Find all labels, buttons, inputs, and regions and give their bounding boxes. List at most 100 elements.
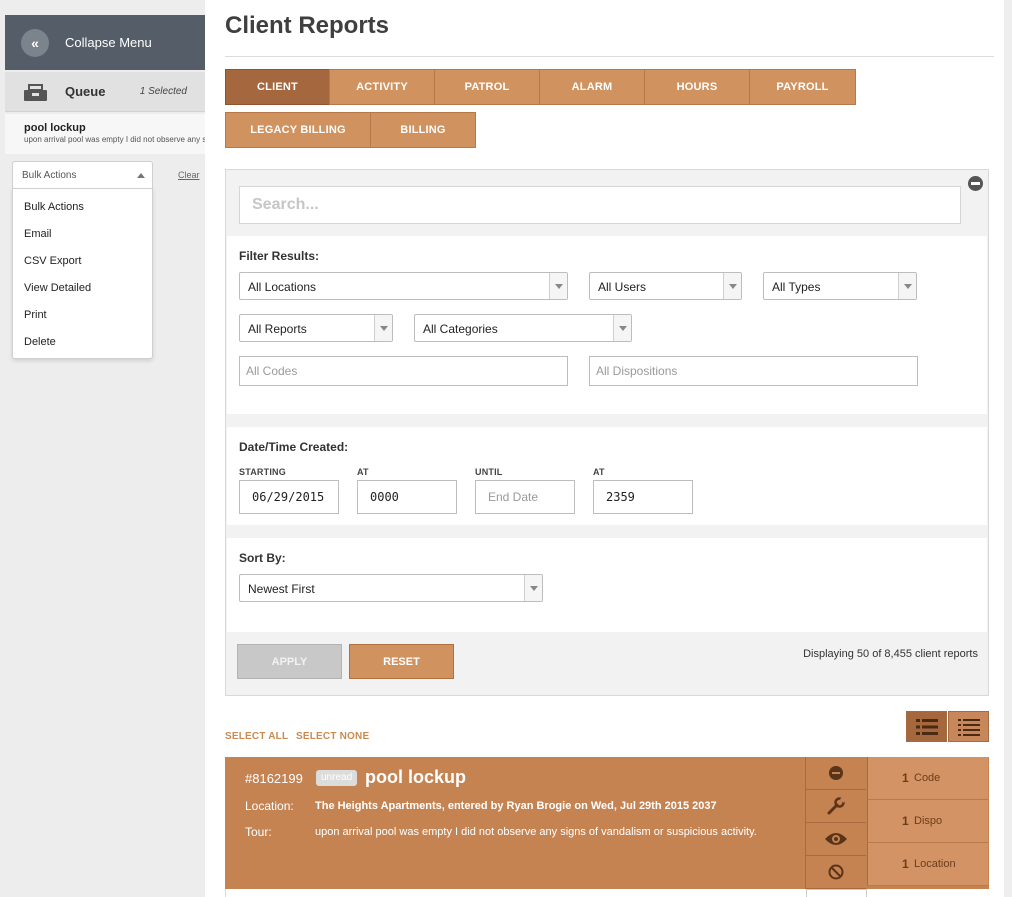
tour-value: upon arrival pool was empty I did not ob… xyxy=(315,826,757,838)
minus-circle-icon[interactable] xyxy=(968,176,983,191)
inbox-tray-icon xyxy=(23,82,48,102)
filter-panel: Filter Results: All Locations All Users … xyxy=(225,169,989,696)
end-date-field[interactable] xyxy=(475,480,575,514)
unread-badge: unread xyxy=(316,770,358,786)
queue-header[interactable]: Queue 1 Selected xyxy=(5,72,205,112)
reset-button[interactable]: RESET xyxy=(349,644,454,679)
edit-report-button[interactable] xyxy=(805,790,866,823)
categories-select[interactable]: All Categories xyxy=(414,314,632,342)
ban-icon xyxy=(828,864,844,880)
types-select[interactable]: All Types xyxy=(763,272,917,300)
location-value: The Heights Apartments, entered by Ryan … xyxy=(315,800,717,812)
queue-list-item[interactable]: pool lockup upon arrival pool was empty … xyxy=(5,114,205,154)
queue-item-text: upon arrival pool was empty I did not ob… xyxy=(24,135,205,144)
tab-client[interactable]: CLIENT xyxy=(225,69,330,105)
dispositions-input[interactable] xyxy=(590,357,917,385)
filter-results-section: Filter Results: All Locations All Users … xyxy=(227,236,987,414)
wrench-icon xyxy=(827,797,846,815)
tab-payroll[interactable]: PAYROLL xyxy=(749,69,856,105)
menu-item-delete[interactable]: Delete xyxy=(24,336,56,348)
remove-report-button[interactable] xyxy=(805,757,866,790)
clear-link[interactable]: Clear xyxy=(178,170,200,180)
compact-list-view-button[interactable] xyxy=(948,711,989,742)
dropdown-arrow-icon xyxy=(613,315,631,341)
locations-select[interactable]: All Locations xyxy=(239,272,568,300)
collapse-menu-button[interactable]: « Collapse Menu xyxy=(5,15,205,70)
dropdown-arrow-icon xyxy=(374,315,392,341)
tab-hours[interactable]: HOURS xyxy=(644,69,750,105)
end-time-field[interactable] xyxy=(593,480,693,514)
minus-circle-icon xyxy=(829,766,843,780)
at-label: AT xyxy=(357,467,369,477)
locations-value: All Locations xyxy=(248,280,317,294)
at-end-label: AT xyxy=(593,467,605,477)
detailed-list-view-button[interactable] xyxy=(906,711,947,742)
codes-field[interactable] xyxy=(239,356,568,386)
tour-label: Tour: xyxy=(245,825,272,839)
sort-by-label: Sort By: xyxy=(239,551,286,565)
users-select[interactable]: All Users xyxy=(589,272,742,300)
dispositions-field[interactable] xyxy=(589,356,918,386)
search-field[interactable] xyxy=(239,186,961,224)
end-date-input[interactable] xyxy=(476,481,574,513)
list-icon xyxy=(957,718,980,736)
datetime-section: Date/Time Created: STARTING AT UNTIL AT xyxy=(227,427,987,525)
report-card[interactable]: #8162199 unread pool lockup Location: Th… xyxy=(225,757,989,889)
reports-select[interactable]: All Reports xyxy=(239,314,393,342)
results-count: Displaying 50 of 8,455 client reports xyxy=(803,648,978,660)
start-time-field[interactable] xyxy=(357,480,457,514)
apply-button[interactable]: APPLY xyxy=(237,644,342,679)
starting-label: STARTING xyxy=(239,467,286,477)
menu-item-bulk-actions[interactable]: Bulk Actions xyxy=(24,201,84,213)
end-time-input[interactable] xyxy=(594,481,692,513)
code-count-cell[interactable]: 1 Code xyxy=(867,757,988,800)
collapse-menu-label: Collapse Menu xyxy=(65,35,152,50)
view-report-button[interactable] xyxy=(805,823,866,856)
menu-item-print[interactable]: Print xyxy=(24,309,47,321)
codes-input[interactable] xyxy=(240,357,567,385)
filter-results-label: Filter Results: xyxy=(239,249,320,263)
reports-value: All Reports xyxy=(248,322,307,336)
report-title[interactable]: pool lockup xyxy=(365,767,466,788)
tab-billing[interactable]: BILLING xyxy=(370,112,476,148)
queue-selected-count: 1 Selected xyxy=(139,86,187,97)
start-date-input[interactable] xyxy=(240,481,338,513)
search-input[interactable] xyxy=(240,187,960,223)
queue-item-title: pool lockup xyxy=(24,122,86,134)
location-count-cell[interactable]: 1 Location xyxy=(867,843,988,886)
page-title: Client Reports xyxy=(225,12,390,39)
code-label: Code xyxy=(914,772,941,784)
double-chevron-left-icon: « xyxy=(21,28,49,57)
types-value: All Types xyxy=(772,280,821,294)
tab-legacy-billing[interactable]: LEGACY BILLING xyxy=(225,112,371,148)
select-all-link[interactable]: SELECT ALL xyxy=(225,731,288,742)
dispo-label: Dispo xyxy=(914,815,943,827)
select-none-link[interactable]: SELECT NONE xyxy=(296,731,369,742)
until-label: UNTIL xyxy=(475,467,503,477)
report-id: #8162199 xyxy=(245,771,303,786)
start-date-field[interactable] xyxy=(239,480,339,514)
tab-patrol[interactable]: PATROL xyxy=(434,69,540,105)
tab-activity[interactable]: ACTIVITY xyxy=(329,69,435,105)
title-divider xyxy=(225,56,994,57)
block-report-button[interactable] xyxy=(805,856,866,889)
start-time-input[interactable] xyxy=(358,481,456,513)
menu-item-csv-export[interactable]: CSV Export xyxy=(24,255,81,267)
menu-item-view-detailed[interactable]: View Detailed xyxy=(24,282,91,294)
dropdown-arrow-icon xyxy=(723,273,741,299)
dispo-count: 1 xyxy=(902,814,909,828)
sort-section: Sort By: Newest First xyxy=(227,538,987,632)
categories-value: All Categories xyxy=(423,322,498,336)
menu-item-email[interactable]: Email xyxy=(24,228,52,240)
bulk-actions-select[interactable]: Bulk Actions xyxy=(12,161,153,189)
dispo-count-cell[interactable]: 1 Dispo xyxy=(867,800,988,843)
dropdown-arrow-icon xyxy=(898,273,916,299)
list-detailed-icon xyxy=(915,718,938,735)
bulk-actions-menu: Bulk Actions Email CSV Export View Detai… xyxy=(12,188,153,359)
sort-value: Newest First xyxy=(248,582,315,596)
tab-alarm[interactable]: ALARM xyxy=(539,69,645,105)
code-count: 1 xyxy=(902,771,909,785)
sort-select[interactable]: Newest First xyxy=(239,574,543,602)
users-value: All Users xyxy=(598,280,647,294)
dropdown-arrow-icon xyxy=(524,575,542,601)
